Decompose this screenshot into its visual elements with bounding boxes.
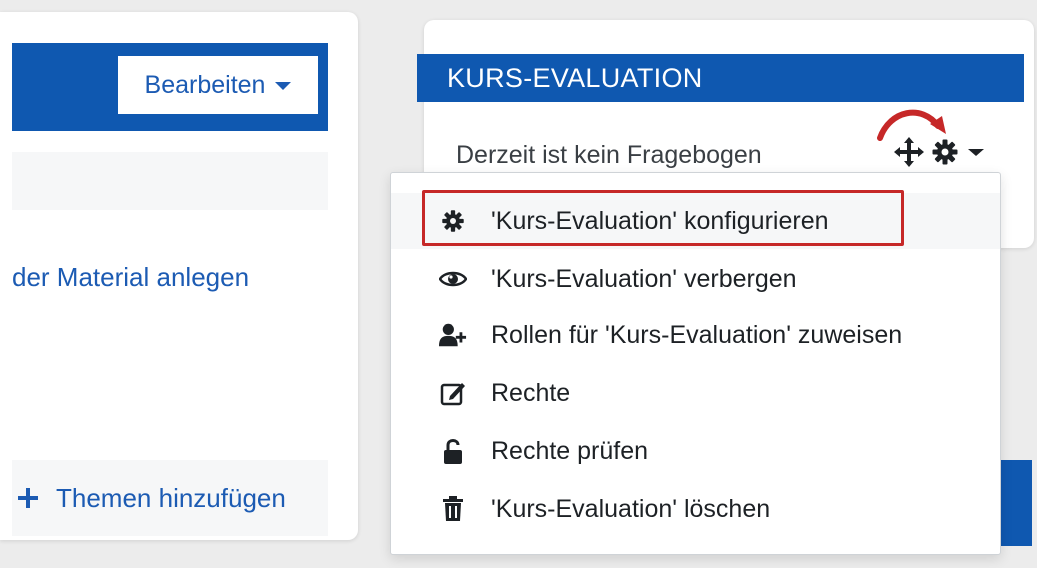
- add-activity-link[interactable]: der Material anlegen: [12, 262, 249, 293]
- menu-item-label: Rollen für 'Kurs-Evaluation' zuweisen: [491, 320, 903, 349]
- user-plus-icon: [439, 321, 467, 349]
- add-topics-label: Themen hinzufügen: [56, 482, 286, 513]
- course-panel: Bearbeiten der Material anlegen Themen h…: [0, 12, 358, 540]
- menu-item-label: 'Kurs-Evaluation' konfigurieren: [491, 206, 829, 235]
- gear-icon[interactable]: [931, 138, 959, 166]
- plus-icon: [16, 486, 40, 510]
- block-actions-menu: 'Kurs-Evaluation' konfigurieren 'Kurs-Ev…: [390, 172, 1001, 555]
- add-topics-button[interactable]: Themen hinzufügen: [12, 460, 328, 536]
- menu-item-assign-roles[interactable]: Rollen für 'Kurs-Evaluation' zuweisen: [391, 307, 1000, 363]
- menu-item-hide[interactable]: 'Kurs-Evaluation' verbergen: [391, 251, 1000, 307]
- gear-icon: [439, 207, 467, 235]
- block-controls: [893, 136, 987, 168]
- menu-item-label: 'Kurs-Evaluation' verbergen: [491, 264, 797, 293]
- menu-item-delete[interactable]: 'Kurs-Evaluation' löschen: [391, 481, 1000, 537]
- trash-icon: [439, 495, 467, 523]
- caret-down-icon[interactable]: [965, 145, 987, 159]
- section-strip: [12, 152, 328, 210]
- unlock-icon: [439, 437, 467, 465]
- edit-icon: [439, 379, 467, 407]
- edit-dropdown-button[interactable]: Bearbeiten: [118, 56, 318, 114]
- menu-item-label: Rechte: [491, 378, 571, 407]
- block-title: KURS-EVALUATION: [417, 54, 1024, 102]
- edit-button-label: Bearbeiten: [144, 70, 266, 99]
- eye-icon: [439, 265, 467, 293]
- caret-down-icon: [275, 82, 292, 90]
- menu-item-label: 'Kurs-Evaluation' löschen: [491, 494, 771, 523]
- block-body-text: Derzeit ist kein Fragebogen: [456, 141, 762, 169]
- course-header-banner: Bearbeiten: [12, 43, 328, 131]
- menu-item-check-permissions[interactable]: Rechte prüfen: [391, 423, 1000, 479]
- menu-item-label: Rechte prüfen: [491, 436, 649, 465]
- move-icon[interactable]: [893, 136, 925, 168]
- menu-item-configure[interactable]: 'Kurs-Evaluation' konfigurieren: [391, 193, 1000, 249]
- menu-item-permissions[interactable]: Rechte: [391, 365, 1000, 421]
